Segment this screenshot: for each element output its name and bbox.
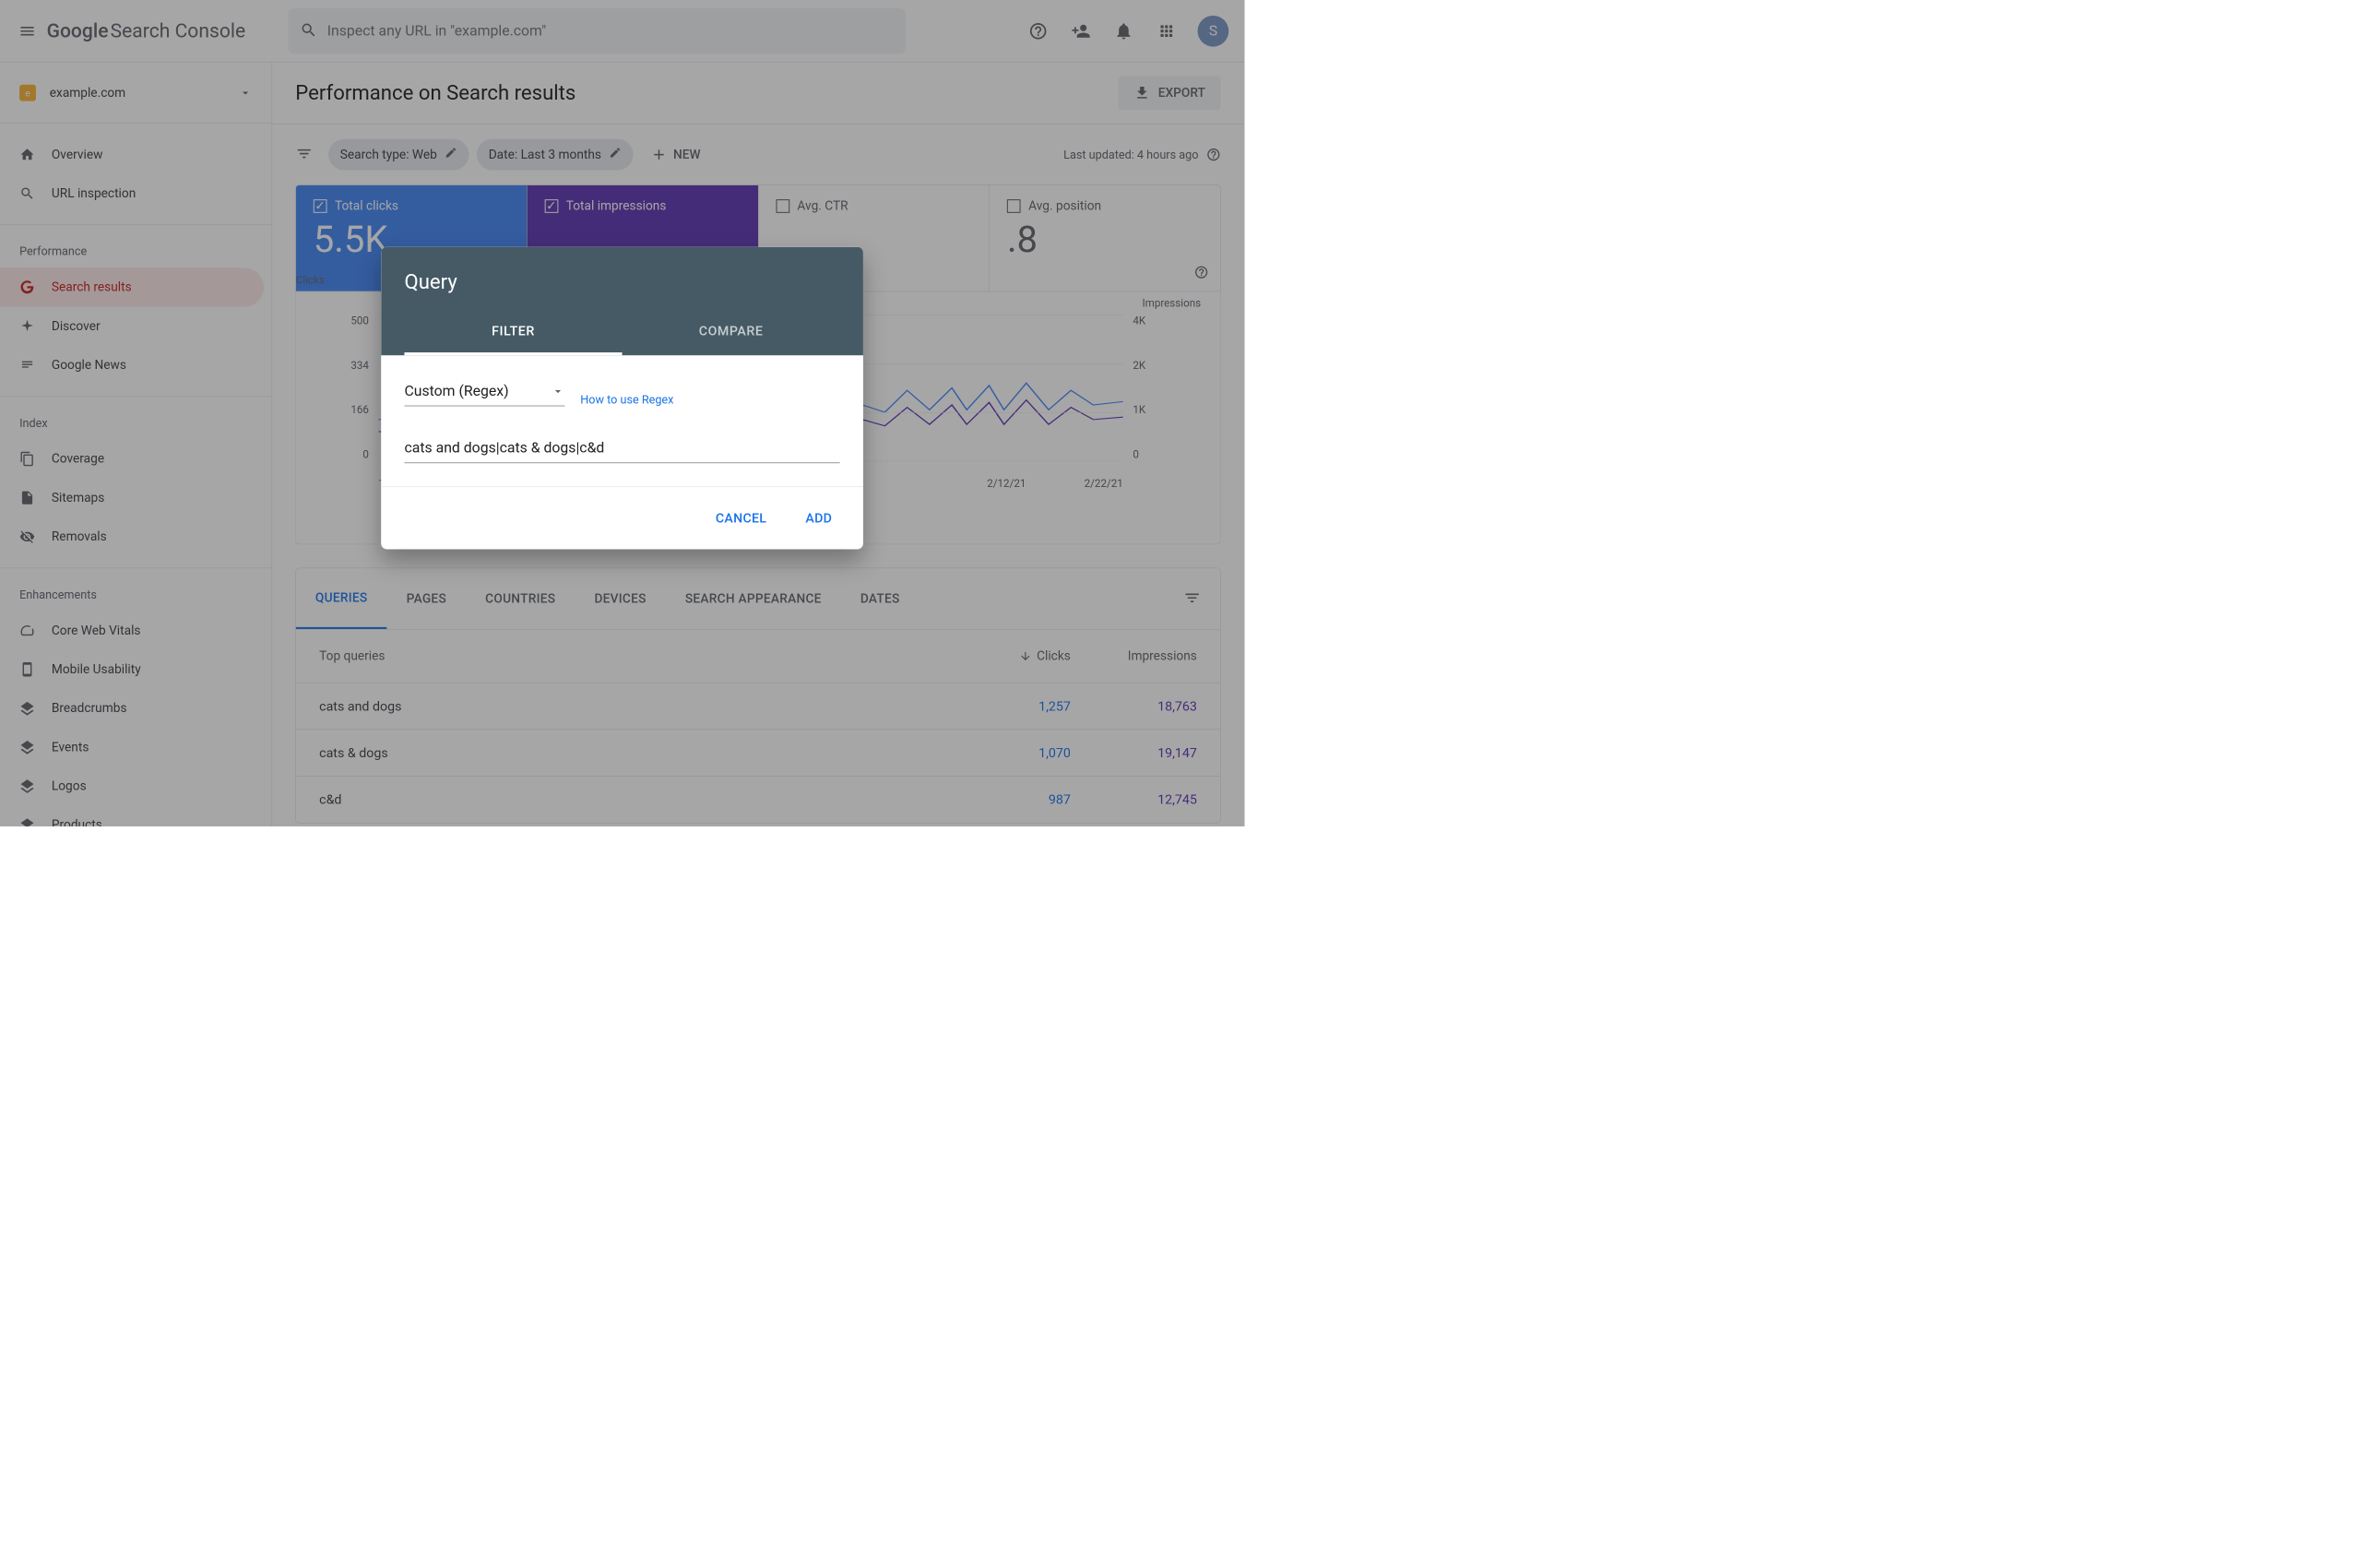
regex-input[interactable] — [404, 434, 839, 463]
cancel-button[interactable]: CANCEL — [700, 501, 782, 536]
dialog-title: Query — [404, 270, 839, 294]
modal-scrim[interactable]: Query FILTER COMPARE Custom (Regex) How … — [0, 0, 1244, 826]
add-button[interactable]: ADD — [790, 501, 848, 536]
dialog-tab-compare[interactable]: COMPARE — [623, 310, 840, 356]
dialog-tab-filter[interactable]: FILTER — [404, 310, 622, 356]
filter-type-select[interactable]: Custom (Regex) — [404, 383, 564, 407]
chevron-down-icon — [552, 385, 565, 398]
query-filter-dialog: Query FILTER COMPARE Custom (Regex) How … — [381, 247, 863, 550]
regex-help-link[interactable]: How to use Regex — [580, 393, 673, 407]
